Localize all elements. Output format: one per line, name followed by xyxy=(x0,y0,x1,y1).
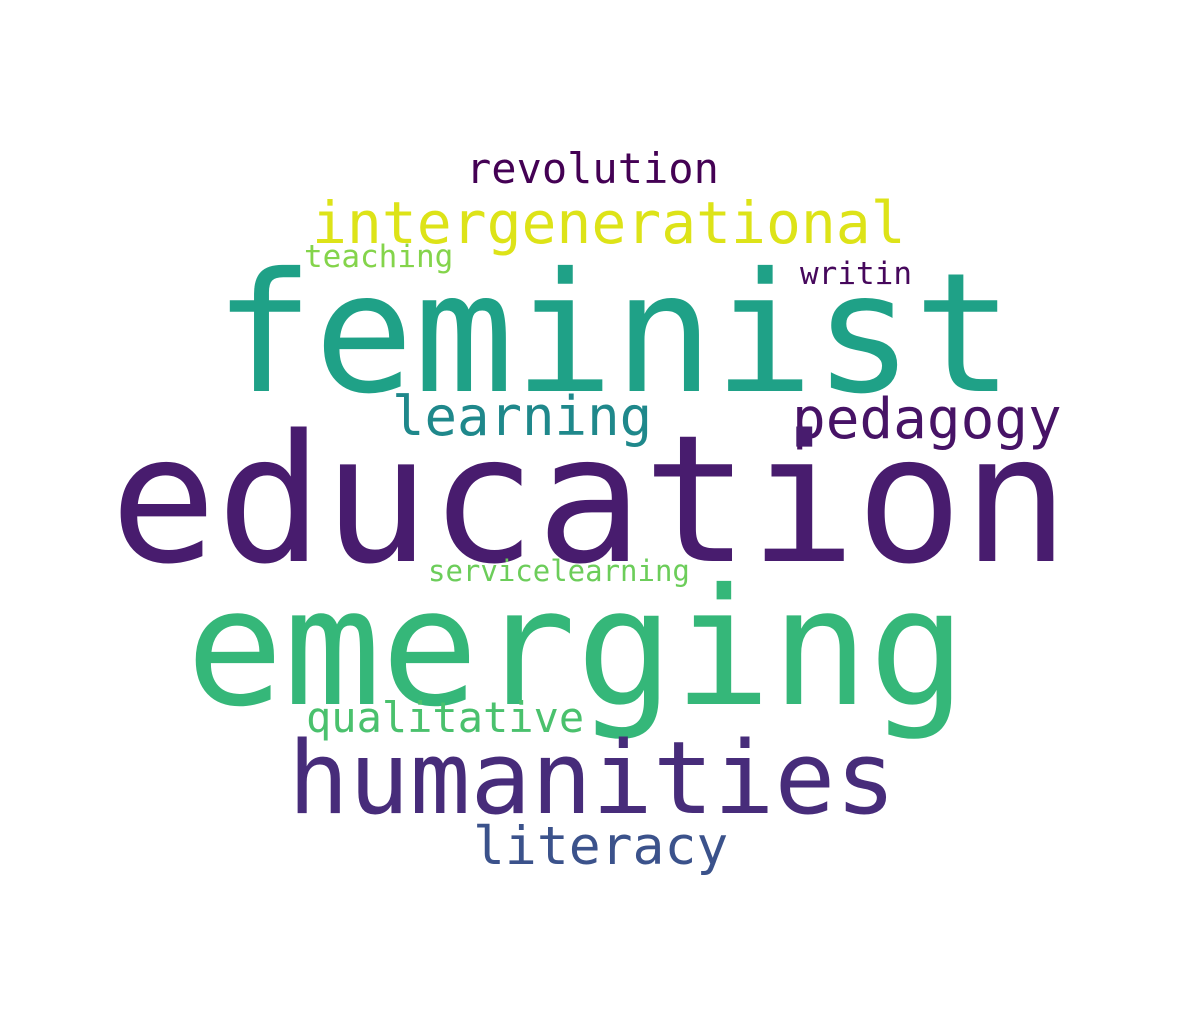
word-revolution: revolution xyxy=(466,144,719,193)
word-humanities: humanities xyxy=(288,719,897,837)
word-literacy: literacy xyxy=(473,816,729,877)
word-cloud: revolution intergenerational teaching wr… xyxy=(0,0,1190,1028)
